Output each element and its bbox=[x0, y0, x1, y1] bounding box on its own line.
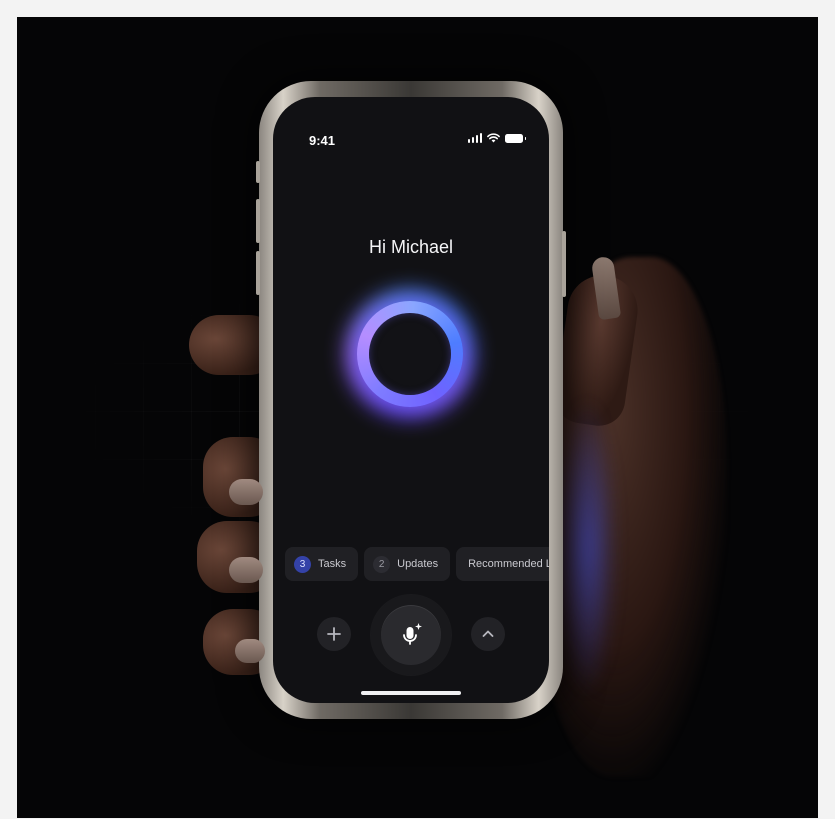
wifi-icon bbox=[487, 133, 500, 143]
chip-recommended[interactable]: Recommended Le bbox=[456, 547, 549, 581]
signal-icon bbox=[467, 133, 482, 143]
phone-screen: 9:41 Hi Michael 3 Tasks 2 Updates Recomm… bbox=[273, 97, 549, 703]
fingernail bbox=[229, 479, 263, 505]
chevron-up-icon bbox=[482, 630, 494, 637]
add-button[interactable] bbox=[317, 617, 351, 651]
chip-label: Updates bbox=[397, 558, 439, 570]
side-button bbox=[256, 161, 260, 183]
chip-label: Tasks bbox=[318, 558, 347, 570]
microphone-sparkle-icon bbox=[403, 623, 422, 645]
battery-icon bbox=[505, 133, 526, 143]
greeting-title: Hi Michael bbox=[368, 237, 454, 257]
chip-updates[interactable]: 2 Updates bbox=[364, 547, 451, 581]
phone-device: 9:41 Hi Michael 3 Tasks 2 Updates Recomm… bbox=[256, 81, 566, 719]
voice-orb[interactable] bbox=[345, 289, 475, 419]
plus-icon bbox=[327, 627, 341, 641]
status-icons bbox=[467, 133, 526, 143]
side-button bbox=[256, 251, 260, 295]
status-time: 9:41 bbox=[309, 133, 336, 148]
orb-center bbox=[369, 313, 451, 395]
side-button bbox=[562, 231, 566, 297]
photo-frame: 9:41 Hi Michael 3 Tasks 2 Updates Recomm… bbox=[17, 17, 818, 818]
fingernail bbox=[229, 557, 263, 583]
chip-tasks[interactable]: 3 Tasks bbox=[285, 547, 359, 581]
screen-glow bbox=[557, 397, 617, 697]
suggestion-chips: 3 Tasks 2 Updates Recommended Le bbox=[285, 547, 549, 581]
chip-count-badge: 3 bbox=[294, 555, 311, 573]
fingernail bbox=[235, 639, 265, 663]
home-indicator[interactable] bbox=[361, 691, 461, 695]
side-button bbox=[256, 199, 260, 243]
chip-count-badge: 2 bbox=[373, 555, 391, 573]
mic-button[interactable] bbox=[371, 595, 451, 675]
chip-label: Recommended Le bbox=[468, 558, 549, 570]
bottom-controls bbox=[273, 595, 549, 675]
expand-button[interactable] bbox=[471, 617, 505, 651]
mic-button-inner bbox=[381, 605, 441, 665]
